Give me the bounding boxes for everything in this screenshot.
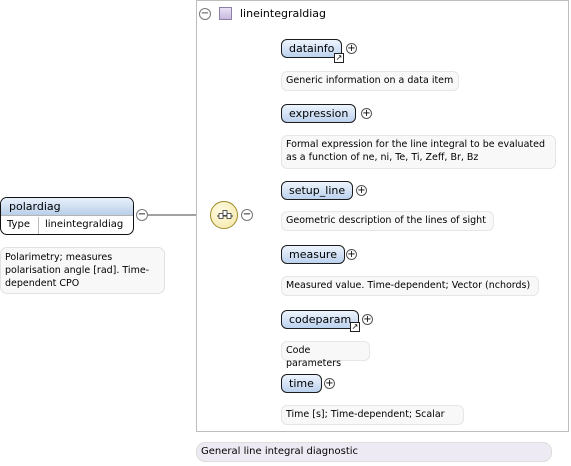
minus-circle-icon[interactable]: − bbox=[199, 8, 211, 20]
reference-arrow-icon: ↗ bbox=[334, 53, 344, 63]
plus-circle-icon[interactable]: + bbox=[346, 43, 357, 54]
plus-circle-icon[interactable]: + bbox=[362, 314, 373, 325]
sequence-compositor-icon[interactable] bbox=[210, 201, 238, 229]
description-codeparam: Code parameters bbox=[281, 341, 370, 369]
element-time[interactable]: time bbox=[281, 374, 322, 393]
element-codeparam[interactable]: codeparam bbox=[281, 310, 360, 329]
type-title: lineintegraldiag bbox=[240, 7, 327, 20]
element-measure[interactable]: measure bbox=[281, 245, 345, 264]
plus-circle-icon[interactable]: + bbox=[361, 108, 372, 119]
description-measure: Measured value. Time-dependent; Vector (… bbox=[281, 276, 539, 296]
root-element-polardiag[interactable]: polardiag Type lineintegraldiag bbox=[0, 197, 134, 235]
reference-arrow-icon: ↗ bbox=[350, 322, 360, 332]
description-expression: Formal expression for the line integral … bbox=[281, 135, 556, 169]
complex-type-icon bbox=[219, 7, 232, 20]
minus-circle-icon[interactable]: − bbox=[136, 209, 148, 221]
element-expression[interactable]: expression bbox=[281, 104, 357, 123]
description-datainfo: Generic information on a data item bbox=[281, 71, 459, 91]
root-description: Polarimetry; measures polarisation angle… bbox=[0, 247, 165, 294]
description-setup-line: Geometric description of the lines of si… bbox=[281, 211, 494, 231]
root-type-value: lineintegraldiag bbox=[45, 219, 124, 230]
root-type-label: Type bbox=[1, 217, 39, 234]
plus-circle-icon[interactable]: + bbox=[356, 185, 367, 196]
plus-circle-icon[interactable]: + bbox=[324, 378, 335, 389]
element-setup-line[interactable]: setup_line bbox=[281, 181, 354, 200]
sequence-glyph bbox=[217, 210, 233, 219]
root-element-name: polardiag bbox=[1, 198, 133, 216]
description-time: Time [s]; Time-dependent; Scalar bbox=[281, 405, 464, 425]
type-description: General line integral diagnostic bbox=[196, 442, 552, 462]
plus-circle-icon[interactable]: + bbox=[346, 249, 357, 260]
minus-circle-icon[interactable]: − bbox=[241, 209, 253, 221]
